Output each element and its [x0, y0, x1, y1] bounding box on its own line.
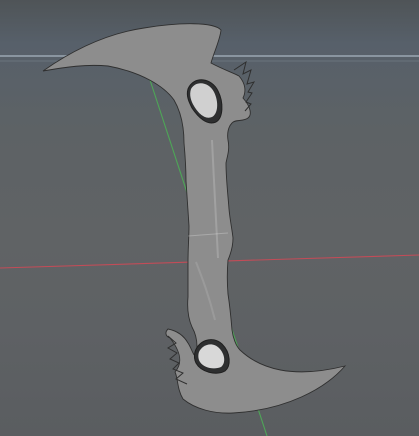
- viewport-canvas[interactable]: [0, 0, 419, 436]
- 3d-viewport[interactable]: [0, 0, 419, 436]
- scythe-model[interactable]: [42, 23, 347, 414]
